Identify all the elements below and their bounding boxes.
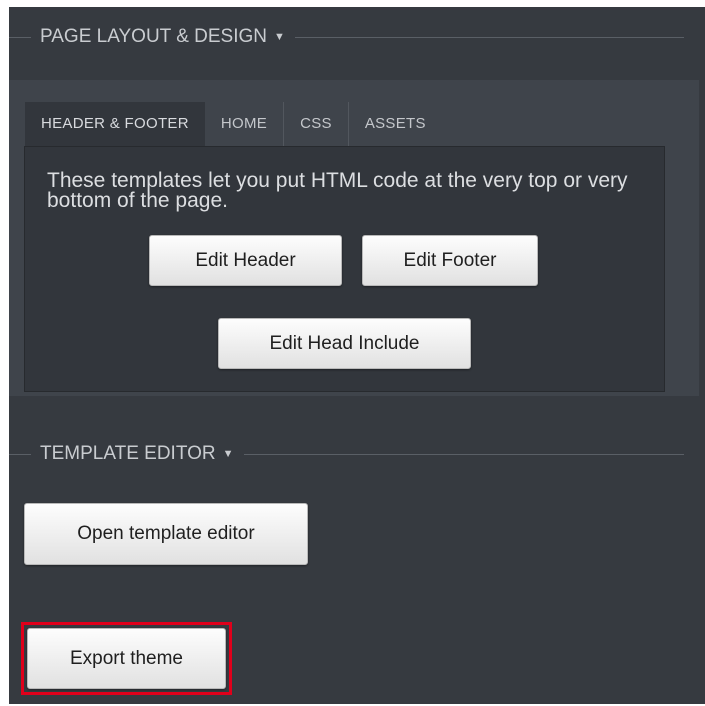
page-layout-section-header[interactable]: PAGE LAYOUT & DESIGN ▼ bbox=[9, 26, 684, 48]
edit-footer-button[interactable]: Edit Footer bbox=[362, 235, 538, 286]
divider bbox=[243, 453, 684, 455]
edit-head-include-button[interactable]: Edit Head Include bbox=[218, 318, 471, 369]
export-theme-button[interactable]: Export theme bbox=[27, 628, 226, 689]
tab-home[interactable]: HOME bbox=[205, 102, 285, 146]
divider bbox=[294, 36, 684, 38]
template-editor-section-header[interactable]: TEMPLATE EDITOR ▼ bbox=[9, 443, 684, 465]
tab-content: These templates let you put HTML code at… bbox=[24, 146, 665, 392]
tabs-area: HEADER & FOOTER HOME CSS ASSETS These te… bbox=[9, 80, 699, 396]
open-template-editor-button[interactable]: Open template editor bbox=[24, 503, 308, 565]
template-editor-title: TEMPLATE EDITOR bbox=[40, 443, 216, 464]
settings-panel: PAGE LAYOUT & DESIGN ▼ HEADER & FOOTER H… bbox=[9, 7, 705, 704]
page-layout-title: PAGE LAYOUT & DESIGN bbox=[40, 26, 268, 47]
tab-assets[interactable]: ASSETS bbox=[349, 102, 442, 146]
edit-header-button[interactable]: Edit Header bbox=[149, 235, 342, 286]
tab-description: These templates let you put HTML code at… bbox=[47, 169, 628, 212]
caret-down-icon[interactable]: ▼ bbox=[223, 448, 234, 460]
tab-bar: HEADER & FOOTER HOME CSS ASSETS bbox=[25, 102, 442, 146]
divider bbox=[9, 453, 31, 455]
tab-css[interactable]: CSS bbox=[284, 102, 349, 146]
divider bbox=[9, 36, 31, 38]
tab-header-footer[interactable]: HEADER & FOOTER bbox=[25, 102, 205, 146]
caret-down-icon[interactable]: ▼ bbox=[274, 31, 285, 43]
